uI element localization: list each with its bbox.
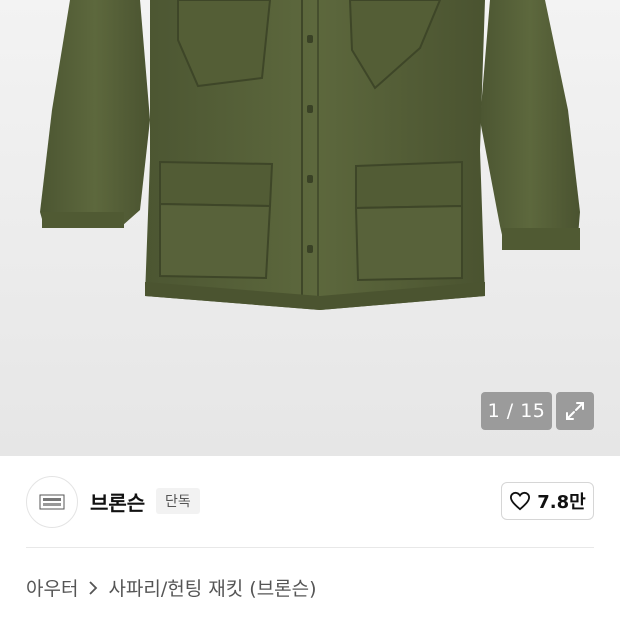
- chevron-right-icon: [88, 580, 98, 595]
- like-count: 7.8만: [537, 492, 586, 513]
- expand-icon: [566, 402, 584, 420]
- product-image[interactable]: [0, 0, 620, 456]
- product-image-gallery[interactable]: 1 / 15: [0, 0, 620, 456]
- image-counter: 1 / 15: [481, 392, 552, 430]
- divider: [26, 547, 594, 548]
- bronson-logo-icon[interactable]: [26, 476, 78, 528]
- breadcrumb-item-category[interactable]: 아우터: [26, 574, 78, 601]
- exclusive-badge: 단독: [156, 488, 200, 514]
- heart-icon: [510, 491, 531, 511]
- breadcrumb-item-subcategory[interactable]: 사파리/헌팅 재킷 (브론슨): [108, 574, 316, 601]
- like-button[interactable]: 7.8만: [501, 482, 594, 520]
- expand-image-button[interactable]: [556, 392, 594, 430]
- brand-name[interactable]: 브론슨: [90, 487, 145, 516]
- breadcrumb: 아우터 사파리/헌팅 재킷 (브론슨): [26, 574, 317, 601]
- counter-separator: /: [500, 400, 521, 422]
- current-image-number: 1: [487, 400, 501, 422]
- brand-row: 브론슨 단독 7.8만: [0, 456, 620, 548]
- total-image-count: 15: [520, 400, 546, 422]
